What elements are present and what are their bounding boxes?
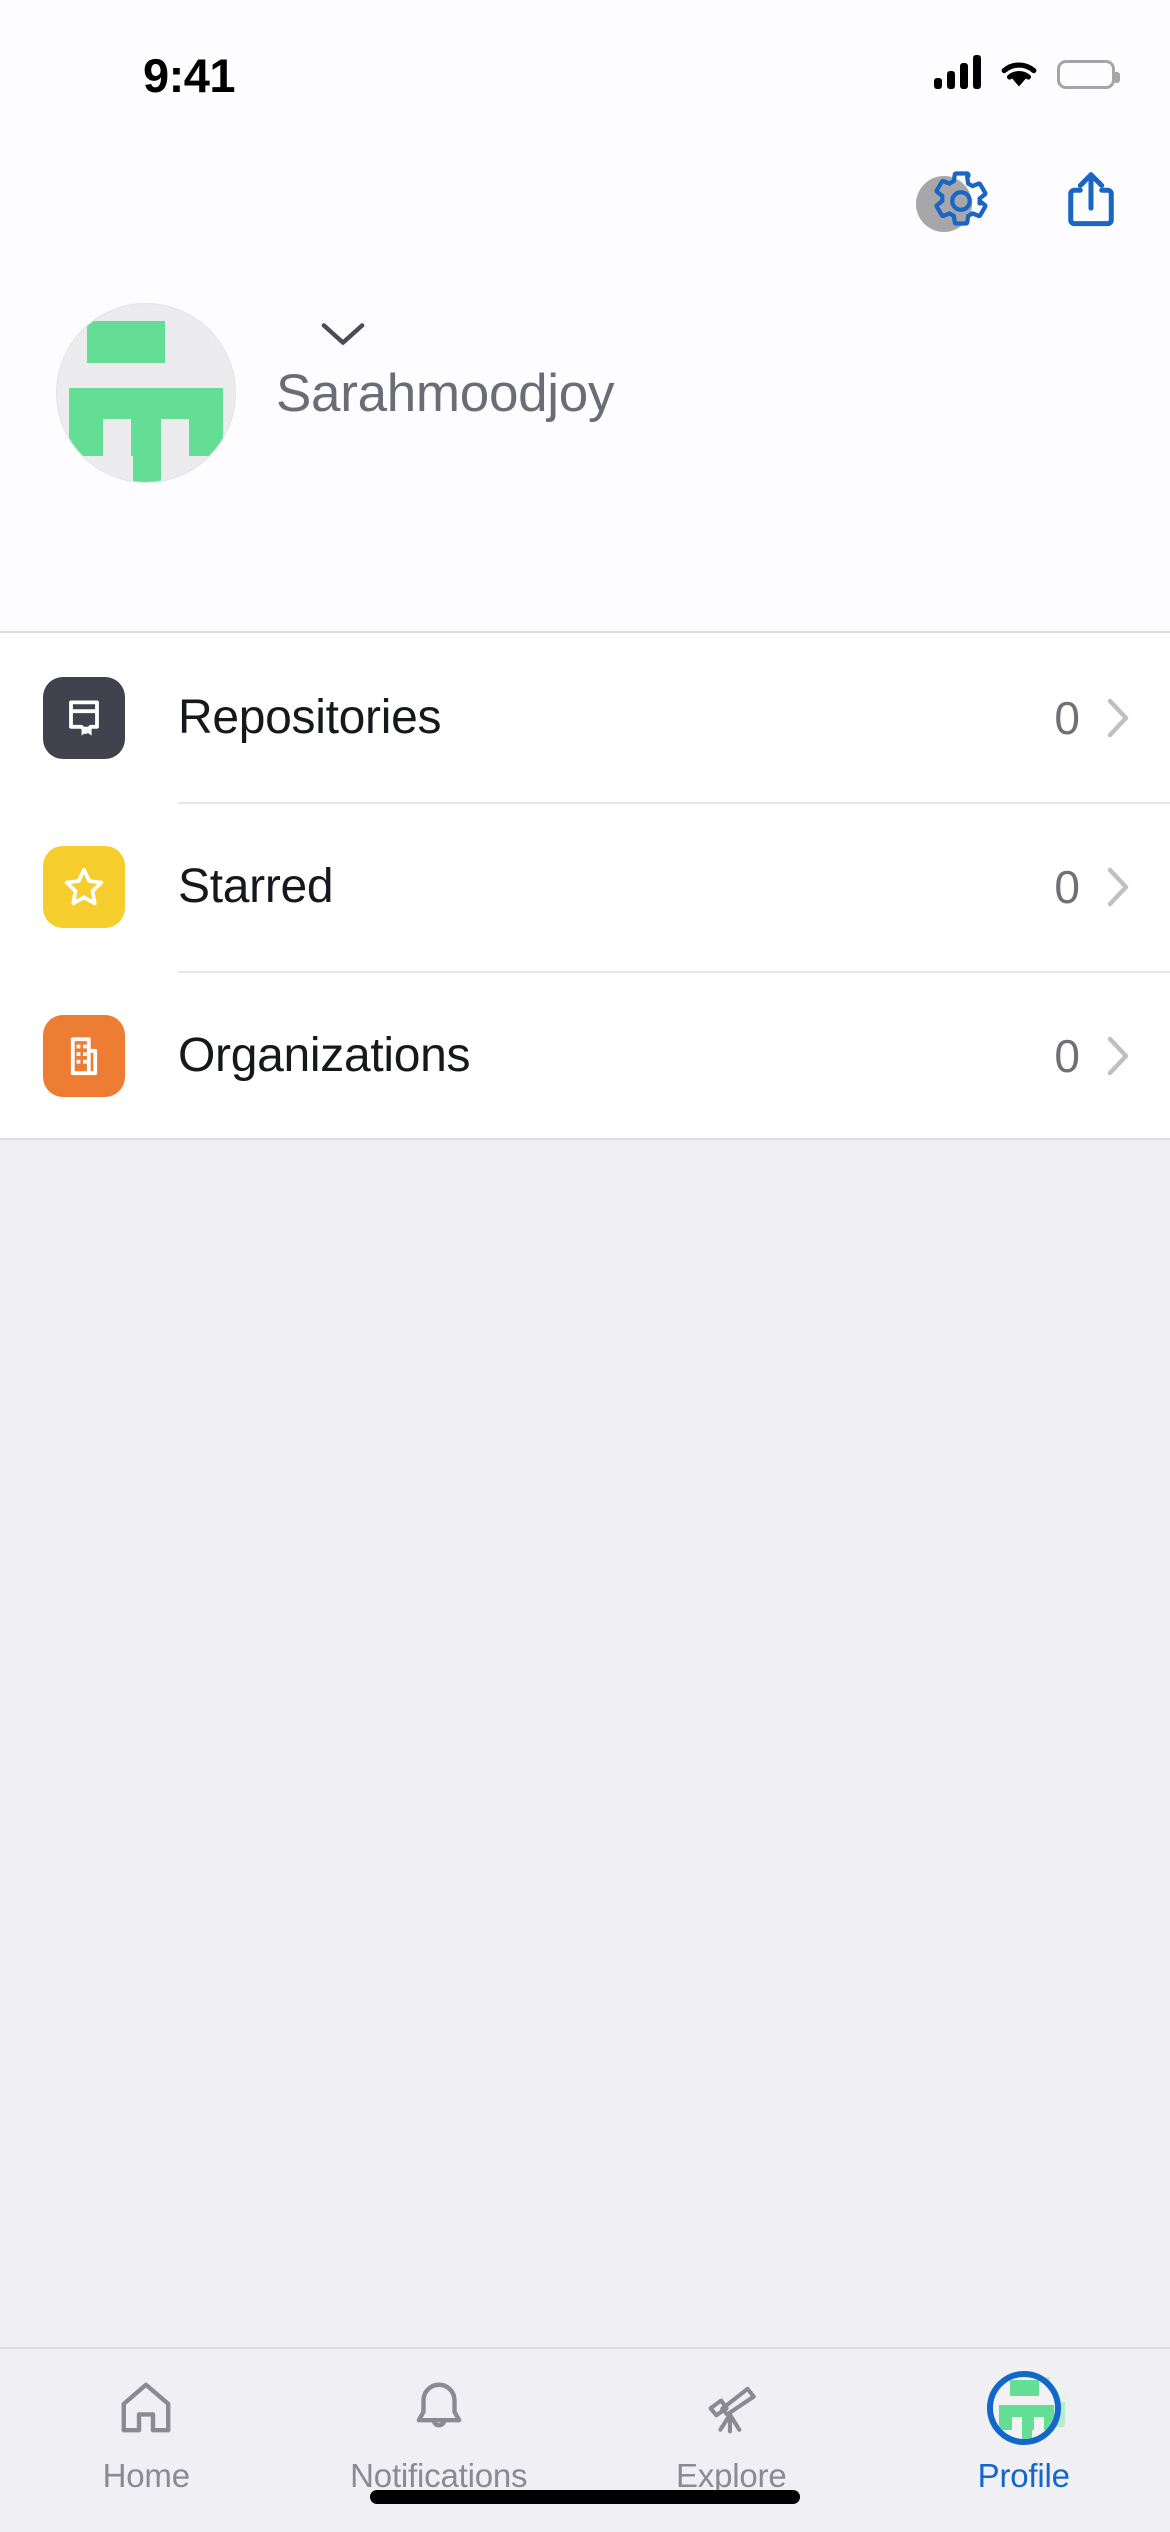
- header-actions: [916, 170, 1122, 232]
- list-item-organizations[interactable]: Organizations 0: [0, 971, 1170, 1140]
- chevron-right-icon[interactable]: [1106, 697, 1130, 739]
- tab-explore[interactable]: Explore: [585, 2349, 878, 2532]
- list-item-count: 0: [1054, 1029, 1080, 1082]
- list-item-count: 0: [1054, 860, 1080, 913]
- gear-icon: [934, 171, 988, 226]
- home-icon: [115, 2371, 177, 2445]
- chevron-right-icon[interactable]: [1106, 866, 1130, 908]
- share-button[interactable]: [1060, 170, 1122, 232]
- status-bar-indicators: [934, 55, 1120, 89]
- list-item-label: Organizations: [178, 1029, 471, 1082]
- list-item-label: Starred: [178, 860, 334, 913]
- list-item-repositories[interactable]: Repositories 0: [0, 633, 1170, 802]
- cellular-bars-icon: [934, 55, 981, 89]
- status-bar-time: 9:41: [143, 49, 236, 102]
- tab-profile[interactable]: Profile: [878, 2349, 1170, 2532]
- avatar-identicon: [986, 2371, 1070, 2445]
- chevron-down-icon[interactable]: [320, 321, 366, 349]
- battery-full-icon: [1057, 60, 1120, 89]
- row-separator: [178, 971, 1170, 973]
- list-item-trailing: 0: [1054, 1029, 1170, 1083]
- telescope-icon: [700, 2371, 762, 2445]
- settings-button[interactable]: [916, 170, 992, 232]
- profile-list: Repositories 0 Starred 0 Organizations 0: [0, 633, 1170, 1140]
- tab-notifications[interactable]: Notifications: [293, 2349, 586, 2532]
- tab-home[interactable]: Home: [0, 2349, 293, 2532]
- profile-identity[interactable]: Sarahmoodjoy: [0, 303, 1170, 483]
- list-item-trailing: 0: [1054, 691, 1170, 745]
- organization-building-icon: [43, 1014, 125, 1097]
- share-icon: [1068, 172, 1114, 227]
- identicon-pattern: [57, 304, 235, 482]
- bell-icon: [408, 2371, 470, 2445]
- repo-book-icon: [43, 676, 125, 759]
- star-icon: [43, 845, 125, 928]
- list-item-count: 0: [1054, 691, 1080, 744]
- avatar-identicon[interactable]: [56, 303, 236, 483]
- list-item-trailing: 0: [1054, 860, 1170, 914]
- profile-username: Sarahmoodjoy: [276, 363, 615, 423]
- tab-label: Profile: [977, 2457, 1070, 2494]
- bottom-tab-bar: Home Notifications Explore Profile: [0, 2347, 1170, 2532]
- home-indicator: [370, 2490, 800, 2504]
- tab-label: Home: [102, 2457, 190, 2494]
- row-separator: [178, 802, 1170, 804]
- status-bar: 9:41: [0, 0, 1170, 125]
- app-screen: 9:41 Sarahmoodjoy Repositories 0 Starred…: [0, 0, 1170, 2532]
- username-block[interactable]: Sarahmoodjoy: [276, 322, 615, 424]
- avatar-active-ring: [986, 2371, 1061, 2445]
- profile-header: Sarahmoodjoy: [0, 125, 1170, 633]
- list-item-label: Repositories: [178, 691, 442, 744]
- wifi-icon: [1001, 62, 1037, 87]
- list-item-starred[interactable]: Starred 0: [0, 802, 1170, 971]
- chevron-right-icon[interactable]: [1106, 1035, 1130, 1077]
